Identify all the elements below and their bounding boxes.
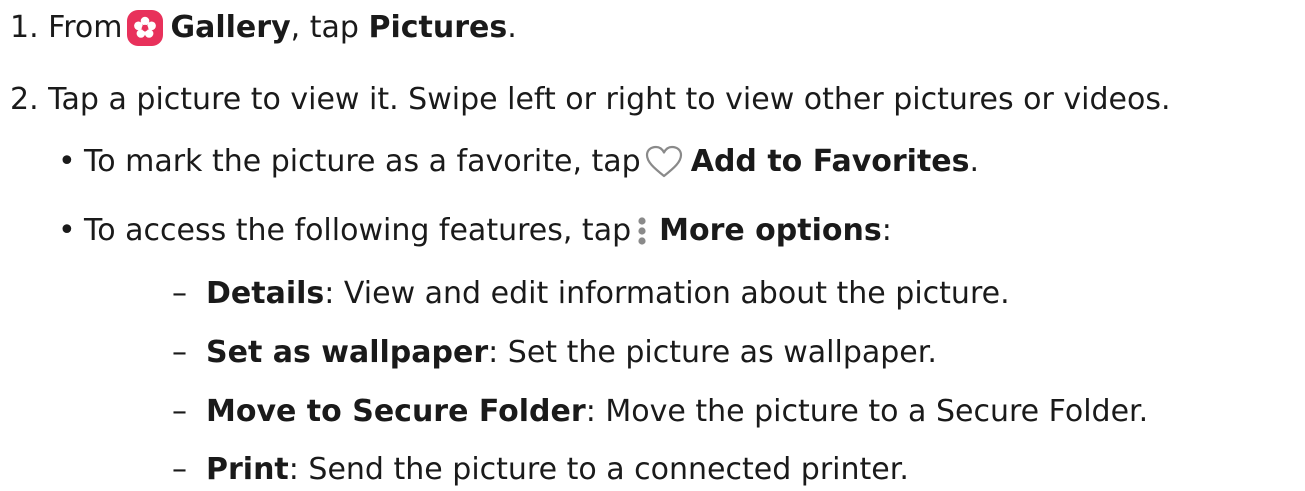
step-text: Tap a picture to view it. Swipe left or … [48,82,1171,117]
option-label: Details [206,276,325,311]
step-text [359,13,369,43]
step-text: , tap [290,10,359,45]
dash-marker: – [172,394,187,429]
gallery-icon [126,10,163,46]
step-text [39,13,49,43]
bullet-marker: • [58,213,76,248]
pictures-label: Pictures [368,10,508,45]
dash-marker: – [172,276,187,311]
bullet-text: To mark the picture as a favorite, tap [84,144,641,179]
bullet-more-options: • To access the following features, tap … [58,214,892,248]
option-description: : Move the picture to a Secure Folder. [585,394,1149,429]
dash-marker: – [172,452,187,487]
add-to-favorites-label: Add to Favorites [690,144,970,179]
more-options-icon [635,214,649,248]
more-options-label: More options [659,213,882,248]
option-label: Set as wallpaper [206,335,489,370]
step-text [39,85,49,115]
option-item: – Details : View and edit information ab… [172,279,1010,309]
bullet-text: . [969,144,980,179]
bullet-favorite: • To mark the picture as a favorite, tap… [58,145,979,179]
step-number: 1. [10,10,39,45]
bullet-text: To access the following features, tap [84,213,632,248]
option-item: – Set as wallpaper : Set the picture as … [172,338,937,368]
bullet-text: : [881,213,892,248]
option-description: : Send the picture to a connected printe… [288,452,909,487]
option-description: : View and edit information about the pi… [324,276,1010,311]
step-text: From [48,10,123,45]
step-number: 2. [10,82,39,117]
bullet-marker: • [58,144,76,179]
option-description: : Set the picture as wallpaper. [488,335,937,370]
step-2: 2. Tap a picture to view it. Swipe left … [10,85,1171,115]
step-text: . [507,10,517,45]
gallery-app-name: Gallery [170,10,291,45]
option-label: Print [206,452,289,487]
option-label: Move to Secure Folder [206,394,586,429]
heart-icon [645,145,683,179]
option-item: – Move to Secure Folder : Move the pictu… [172,397,1148,427]
option-item: – Print : Send the picture to a connecte… [172,455,909,485]
step-1: 1. From Gallery , tap Pictures . [10,10,517,46]
dash-marker: – [172,335,187,370]
